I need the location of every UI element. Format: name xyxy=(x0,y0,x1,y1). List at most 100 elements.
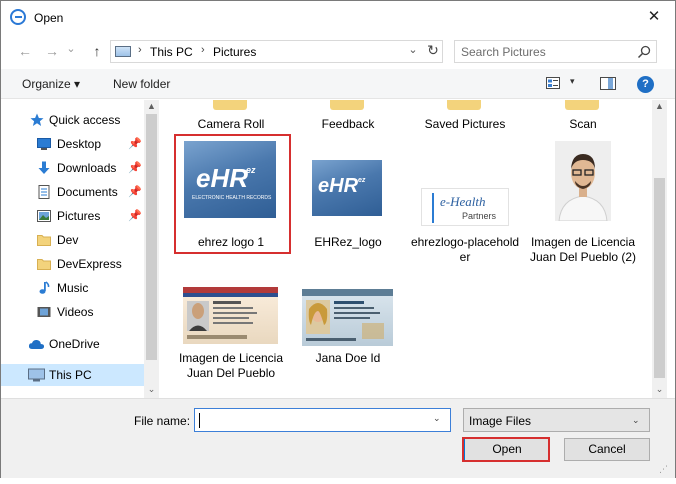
preview-pane-icon[interactable] xyxy=(600,77,616,90)
star-icon xyxy=(30,113,44,126)
scroll-down-arrow-icon[interactable]: ⌄ xyxy=(144,384,159,395)
folder-icon xyxy=(37,235,51,246)
file-list-view: Camera Roll Feedback Saved Pictures Scan… xyxy=(161,100,655,398)
folder-tile-feedback[interactable]: Feedback xyxy=(292,100,404,132)
sidebar-item-videos[interactable]: Videos xyxy=(1,301,144,323)
sidebar-item-pictures[interactable]: Pictures 📌 xyxy=(1,205,144,227)
file-name-label: Scan xyxy=(569,117,597,131)
folder-icon xyxy=(565,100,599,110)
sidebar-item-label: This PC xyxy=(49,368,92,382)
address-bar[interactable]: › This PC › Pictures ⌄ ↻ xyxy=(110,40,443,63)
forward-arrow-icon[interactable]: → xyxy=(41,40,63,62)
cloud-icon xyxy=(28,339,45,349)
file-list-scrollbar[interactable]: ▲ ⌄ xyxy=(652,100,667,398)
sidebar-item-this-pc[interactable]: This PC xyxy=(1,364,144,386)
file-type-value: Image Files xyxy=(469,414,532,428)
red-highlight-box xyxy=(462,437,550,462)
person-photo-icon xyxy=(555,141,611,221)
folder-tile-camera-roll[interactable]: Camera Roll xyxy=(175,100,287,132)
sidebar-item-label: Music xyxy=(57,281,89,295)
id-card-thumbnail xyxy=(302,289,393,346)
pin-icon[interactable]: 📌 xyxy=(128,209,142,222)
pin-icon[interactable]: 📌 xyxy=(128,137,142,150)
navigation-pane: Quick access Desktop 📌 Downloads 📌 Docum… xyxy=(1,100,159,398)
scroll-down-arrow-icon[interactable]: ⌄ xyxy=(652,384,667,395)
pictures-icon xyxy=(37,210,51,222)
pin-icon[interactable]: 📌 xyxy=(128,185,142,198)
folder-icon xyxy=(447,100,481,110)
scroll-up-arrow-icon[interactable]: ▲ xyxy=(652,101,667,111)
sidebar-item-onedrive[interactable]: OneDrive xyxy=(1,333,144,355)
navigation-pane-scrollbar[interactable]: ▲ ⌄ xyxy=(144,100,159,398)
scroll-up-arrow-icon[interactable]: ▲ xyxy=(144,101,159,111)
scrollbar-thumb[interactable] xyxy=(654,178,665,378)
drivers-license-thumbnail xyxy=(183,287,278,344)
file-name-dropdown-icon[interactable]: ⌄ xyxy=(433,413,441,424)
folder-icon xyxy=(213,100,247,110)
file-name-label: Imagen de Licencia Juan Del Pueblo (2) xyxy=(529,235,637,264)
file-type-dropdown-icon[interactable]: ⌄ xyxy=(632,415,640,426)
folder-icon xyxy=(330,100,364,110)
ehealth-logo-thumbnail: e-Health Partners xyxy=(421,188,509,226)
search-box[interactable] xyxy=(454,40,657,63)
breadcrumb-separator-icon: › xyxy=(201,44,205,56)
logo-text: e-Health xyxy=(440,194,486,209)
logo-bar xyxy=(432,193,434,223)
up-arrow-icon[interactable]: ↑ xyxy=(86,40,108,62)
sidebar-item-label: Videos xyxy=(57,305,94,319)
recent-locations-chevron-icon[interactable]: ⌄ xyxy=(64,38,78,60)
file-tile-licencia-juan[interactable]: Imagen de Licencia Juan Del Pueblo xyxy=(175,283,287,395)
help-icon[interactable]: ? xyxy=(637,76,654,93)
this-pc-icon xyxy=(115,46,131,57)
search-icon[interactable] xyxy=(636,44,652,60)
command-toolbar: Organize ▾ New folder ▾ xyxy=(1,69,675,99)
red-highlight-box xyxy=(174,134,291,254)
back-arrow-icon[interactable]: ← xyxy=(14,40,36,62)
folder-tile-scan[interactable]: Scan xyxy=(527,100,639,132)
doctor-photo-thumbnail xyxy=(555,141,611,221)
close-button[interactable]: ✕ xyxy=(641,5,667,29)
sidebar-item-quick-access[interactable]: Quick access xyxy=(1,109,144,131)
file-tile-ehrezlogo-placeholder[interactable]: e-Health Partners ehrezlogo-placeholder xyxy=(409,136,521,264)
ie-app-icon xyxy=(10,9,26,25)
id-card-icon xyxy=(302,289,393,341)
sidebar-item-label: Downloads xyxy=(57,161,117,175)
file-tile-ehrez-logo[interactable]: eHR ez EHRez_logo xyxy=(292,136,404,254)
sidebar-item-label: OneDrive xyxy=(49,337,100,351)
sidebar-item-label: Pictures xyxy=(57,209,101,223)
view-options-dropdown-icon[interactable]: ▾ xyxy=(570,76,575,87)
file-name-label: Jana Doe Id xyxy=(315,351,381,365)
cancel-button[interactable]: Cancel xyxy=(564,438,650,461)
file-name-label: ehrezlogo-placeholder xyxy=(410,235,520,264)
navigation-row: ← → ⌄ ↑ › This PC › Pictures ⌄ ↻ xyxy=(1,35,675,67)
organize-menu-button[interactable]: Organize ▾ xyxy=(22,77,80,91)
sidebar-item-label: Quick access xyxy=(49,113,121,127)
file-name-label: File name: xyxy=(134,414,191,428)
file-tile-jana-doe-id[interactable]: Jana Doe Id xyxy=(292,283,404,373)
pin-icon[interactable]: 📌 xyxy=(128,161,142,174)
folder-tile-saved-pictures[interactable]: Saved Pictures xyxy=(409,100,521,132)
title-bar: Open ✕ xyxy=(1,1,675,33)
sidebar-item-desktop[interactable]: Desktop 📌 xyxy=(1,133,144,155)
file-name-input[interactable] xyxy=(199,413,429,428)
sidebar-item-devexpress[interactable]: DevExpress xyxy=(1,253,144,275)
address-dropdown-icon[interactable]: ⌄ xyxy=(404,43,422,56)
breadcrumb-this-pc[interactable]: This PC xyxy=(150,45,193,59)
refresh-icon[interactable]: ↻ xyxy=(424,42,442,59)
sidebar-item-music[interactable]: Music xyxy=(1,277,144,299)
scrollbar-thumb[interactable] xyxy=(146,114,157,360)
new-folder-button[interactable]: New folder xyxy=(113,77,170,91)
file-type-select[interactable]: Image Files ⌄ xyxy=(463,408,650,432)
sidebar-item-documents[interactable]: Documents 📌 xyxy=(1,181,144,203)
file-name-combobox[interactable]: ⌄ xyxy=(194,408,451,432)
search-input[interactable] xyxy=(461,44,631,59)
id-card-icon xyxy=(183,287,278,339)
sidebar-item-dev[interactable]: Dev xyxy=(1,229,144,251)
pc-icon xyxy=(28,368,45,382)
file-tile-licencia-juan-2[interactable]: Imagen de Licencia Juan Del Pueblo (2) xyxy=(527,136,639,286)
sidebar-item-downloads[interactable]: Downloads 📌 xyxy=(1,157,144,179)
breadcrumb-pictures[interactable]: Pictures xyxy=(213,45,256,59)
resize-grip-icon[interactable]: ⋰ xyxy=(659,464,668,475)
logo-text: ez xyxy=(358,177,366,184)
change-view-icon[interactable] xyxy=(546,77,560,89)
